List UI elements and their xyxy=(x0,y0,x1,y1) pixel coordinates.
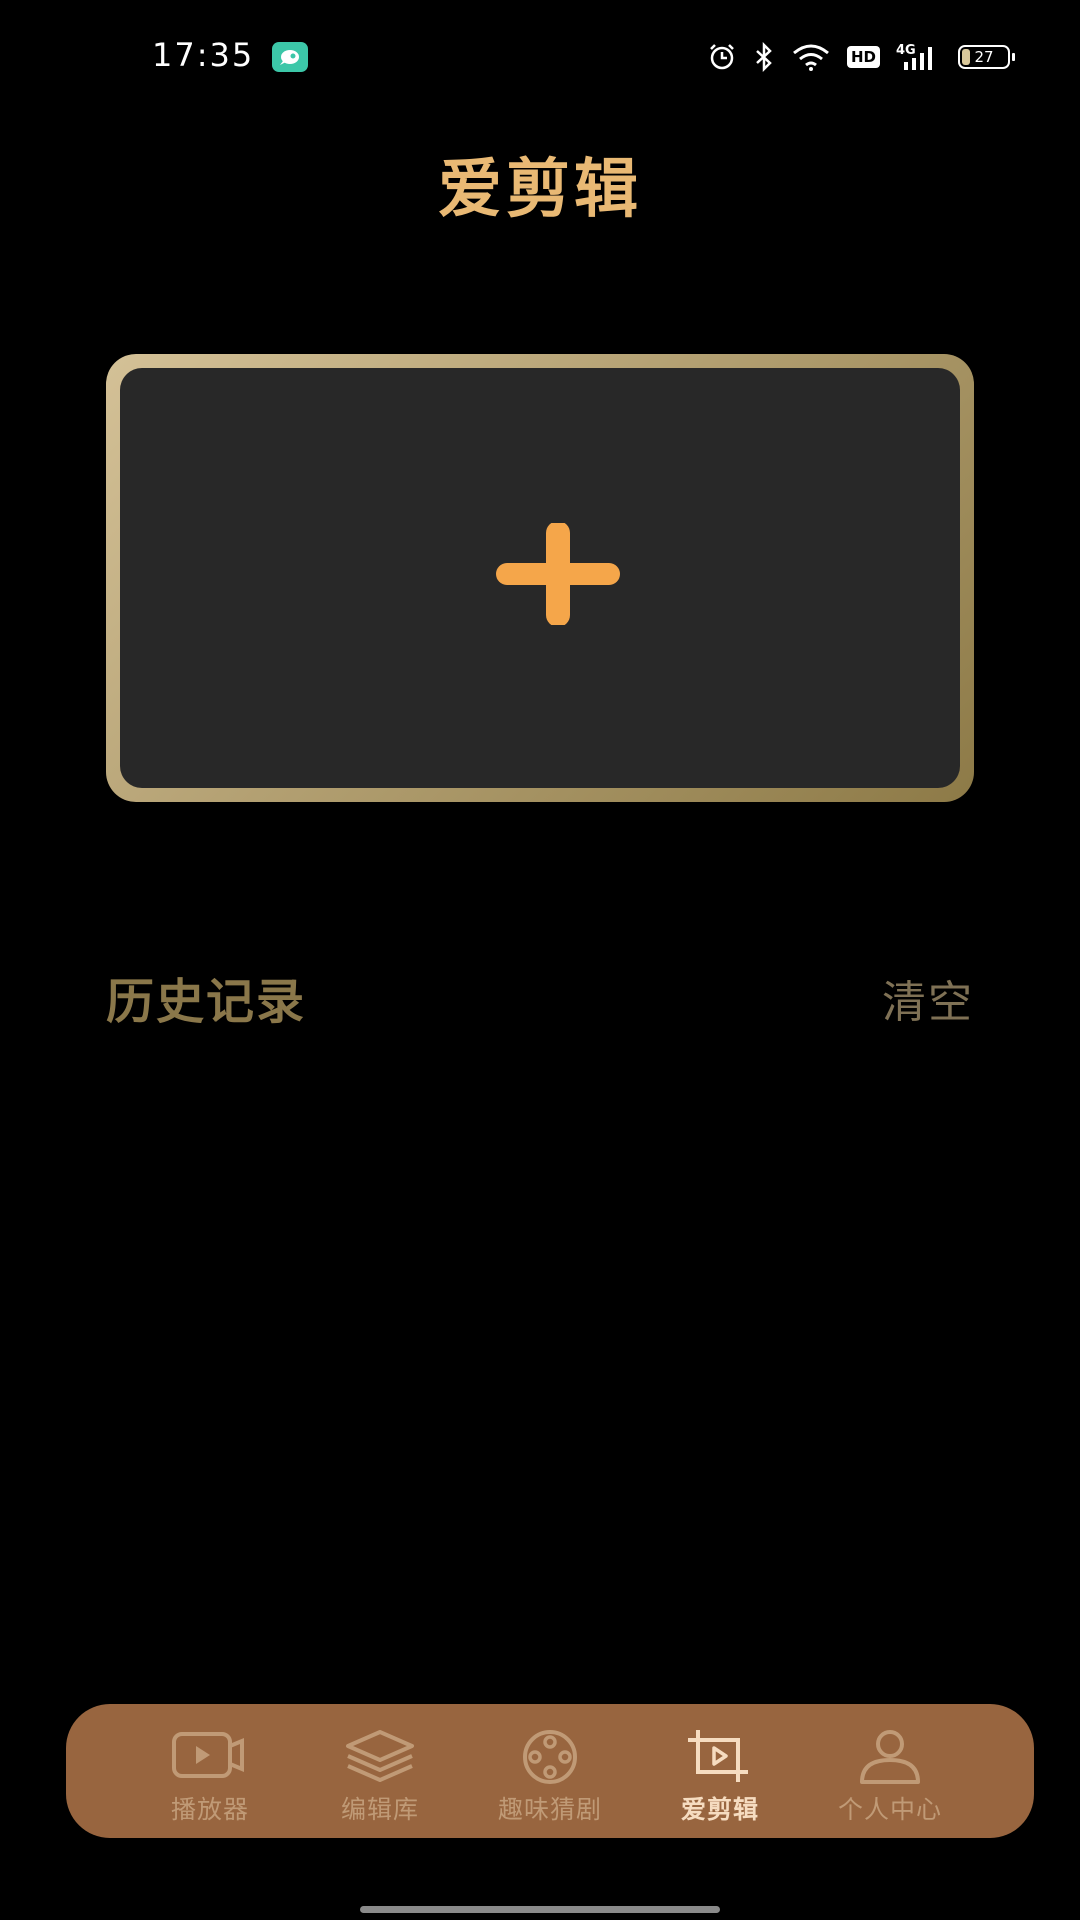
battery-level: 27 xyxy=(974,48,994,66)
nav-label-profile: 个人中心 xyxy=(837,1795,942,1824)
clear-history-button[interactable]: 清空 xyxy=(882,966,974,1030)
alarm-icon xyxy=(707,42,737,72)
add-project-card-inner[interactable] xyxy=(120,368,960,788)
nav-item-player[interactable]: 播放器 xyxy=(125,1704,295,1838)
battery-icon: 27 xyxy=(958,45,1015,69)
person-icon xyxy=(850,1728,930,1784)
nav-item-ai-edit[interactable]: 爱剪辑 xyxy=(635,1704,805,1838)
nav-label-player: 播放器 xyxy=(170,1795,249,1824)
nav-label-ai-edit: 爱剪辑 xyxy=(680,1795,759,1824)
hd-icon: HD xyxy=(846,46,880,68)
crop-play-icon xyxy=(680,1728,760,1784)
nav-item-edit-library[interactable]: 编辑库 xyxy=(295,1704,465,1838)
signal-icon: 4G xyxy=(896,42,942,72)
status-bar: 17:35 HD 4G 27 xyxy=(0,0,1080,112)
bottom-nav: 播放器 编辑库 趣味猜剧 爱剪辑 个人中心 xyxy=(66,1704,1034,1838)
plus-icon[interactable] xyxy=(495,523,621,625)
screen: 17:35 HD 4G 27 爱剪辑 历史记录 清空 播放器 编辑库 趣味猜剧 … xyxy=(0,0,1080,1920)
status-icons: HD 4G 27 xyxy=(707,40,1015,74)
nav-item-guess-drama[interactable]: 趣味猜剧 xyxy=(465,1704,635,1838)
bluetooth-icon xyxy=(753,42,775,72)
app-notification-icon xyxy=(272,42,308,72)
wifi-icon xyxy=(791,42,831,72)
nav-item-profile[interactable]: 个人中心 xyxy=(805,1704,975,1838)
home-indicator[interactable] xyxy=(360,1906,720,1913)
status-time: 17:35 xyxy=(152,36,255,74)
nav-label-guess-drama: 趣味猜剧 xyxy=(497,1795,602,1824)
layers-icon xyxy=(340,1728,420,1784)
network-type-label: 4G xyxy=(896,43,916,58)
video-camera-icon xyxy=(170,1728,250,1784)
page-title: 爱剪辑 xyxy=(438,153,642,227)
film-reel-icon xyxy=(510,1728,590,1784)
nav-label-edit-library: 编辑库 xyxy=(340,1795,419,1824)
add-project-card[interactable] xyxy=(106,354,974,802)
history-title: 历史记录 xyxy=(106,974,307,1030)
